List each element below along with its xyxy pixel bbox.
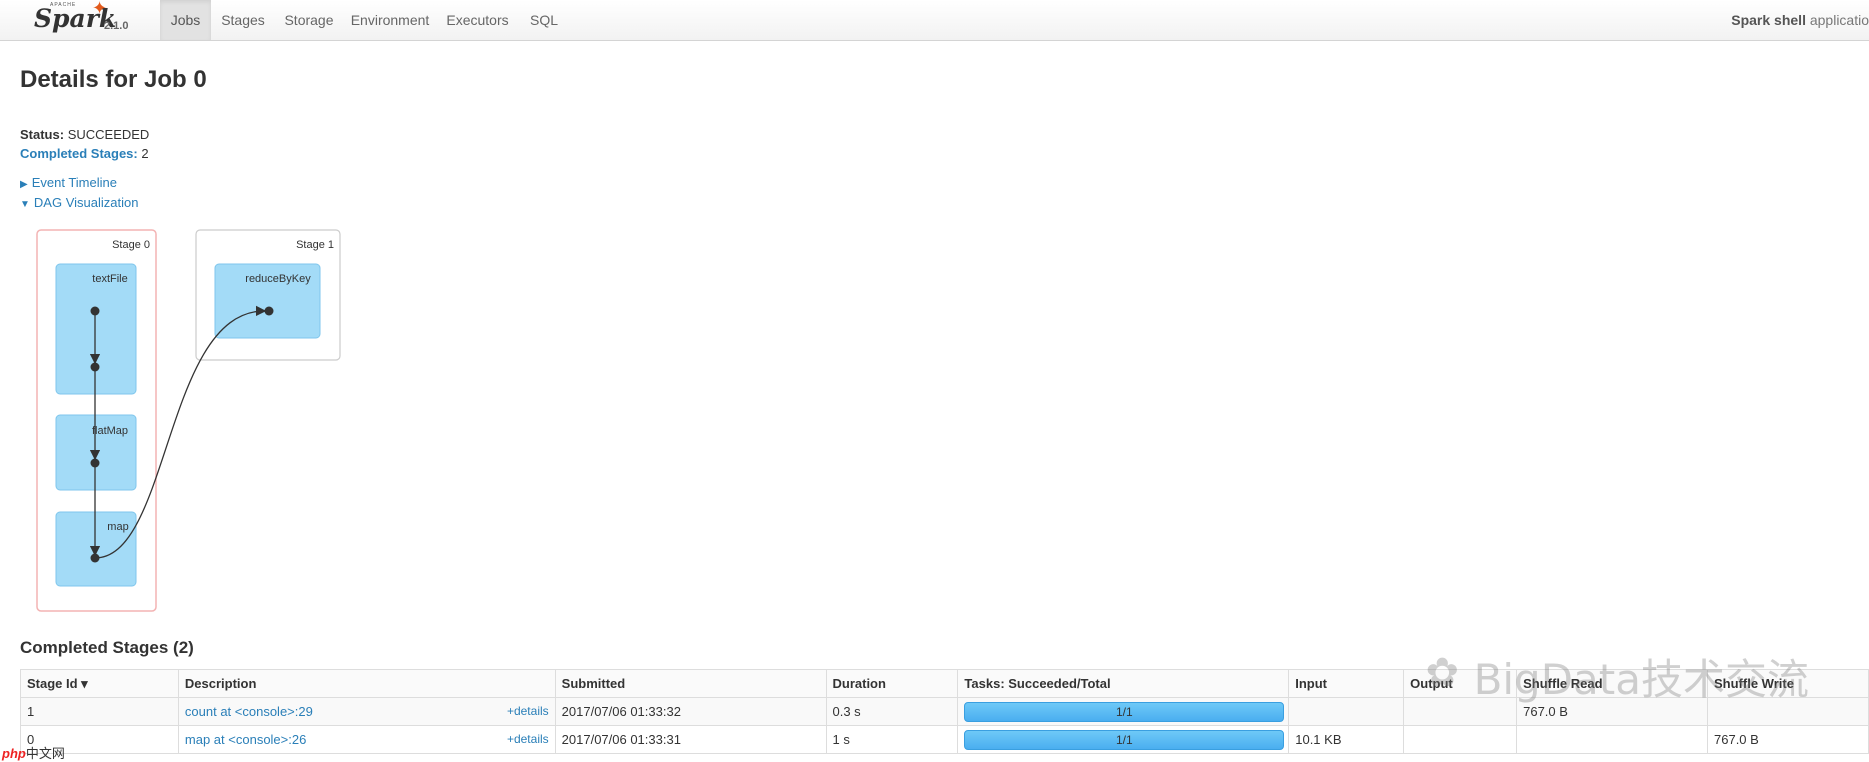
rdd-textfile-label: textFile: [92, 273, 127, 285]
stage-description: count at <console>:29 +details: [177, 697, 556, 726]
application-name: Spark shell applicatio: [1731, 0, 1869, 40]
rdd-flatmap-label: flatMap: [92, 425, 128, 437]
col-tasks[interactable]: Tasks: Succeeded/Total: [957, 669, 1290, 698]
app-name-bold: Spark shell: [1731, 12, 1806, 28]
stage-input: [1288, 697, 1405, 726]
table-row: 0 map at <console>:26 +details 2017/07/0…: [20, 725, 1869, 754]
stage-description-link[interactable]: map at <console>:26: [185, 732, 306, 747]
rdd-map-label: map: [107, 521, 128, 533]
completed-stages-title: Completed Stages (2): [20, 638, 194, 657]
dag-node[interactable]: [90, 362, 100, 372]
tasks-progress-bar: 1/1: [964, 729, 1285, 750]
php-suffix: 中文网: [25, 746, 65, 761]
stage-description-link[interactable]: count at <console>:29: [185, 704, 313, 719]
col-input[interactable]: Input: [1288, 669, 1405, 698]
details-toggle[interactable]: +details: [507, 732, 549, 746]
watermark-text: BigData技术交流: [1473, 655, 1809, 704]
php-watermark: php中文网: [2, 743, 65, 762]
details-toggle[interactable]: +details: [507, 704, 549, 718]
php-label: php: [2, 746, 26, 761]
tab-sql[interactable]: SQL: [518, 0, 570, 40]
col-submitted[interactable]: Submitted: [554, 669, 827, 698]
dag-graph: Stage 0 Stage 1 textFile flatMap map red…: [36, 229, 341, 612]
tab-executors[interactable]: Executors: [437, 0, 518, 40]
dag-node[interactable]: [264, 306, 274, 316]
stage-duration: 1 s: [825, 725, 959, 754]
stage-0-label: Stage 0: [112, 239, 150, 251]
dag-node[interactable]: [90, 458, 100, 468]
stage-output: [1403, 725, 1518, 754]
rdd-reducebykey-label: reduceByKey: [245, 273, 311, 285]
stage-tasks: 1/1: [957, 697, 1290, 726]
stage-duration: 0.3 s: [825, 697, 959, 726]
stage-id: 1: [20, 697, 179, 726]
tasks-progress-bar: 1/1: [964, 701, 1285, 722]
wechat-icon: ✿: [1425, 651, 1459, 695]
dag-node[interactable]: [90, 553, 100, 563]
stage-submitted: 2017/07/06 01:33:31: [554, 725, 827, 754]
stage-input: 10.1 KB: [1288, 725, 1405, 754]
col-duration[interactable]: Duration: [825, 669, 959, 698]
dag-node[interactable]: [90, 306, 100, 316]
stage-submitted: 2017/07/06 01:33:32: [554, 697, 827, 726]
stage-shuffle-read: [1516, 725, 1708, 754]
col-stage-id[interactable]: Stage Id ▾: [20, 669, 179, 698]
col-description[interactable]: Description: [177, 669, 556, 698]
app-name-suffix: applicatio: [1809, 12, 1869, 28]
stage-tasks: 1/1: [957, 725, 1290, 754]
stage-1-label: Stage 1: [296, 239, 334, 251]
stage-shuffle-write: 767.0 B: [1707, 725, 1869, 754]
stage-description: map at <console>:26 +details: [177, 725, 556, 754]
